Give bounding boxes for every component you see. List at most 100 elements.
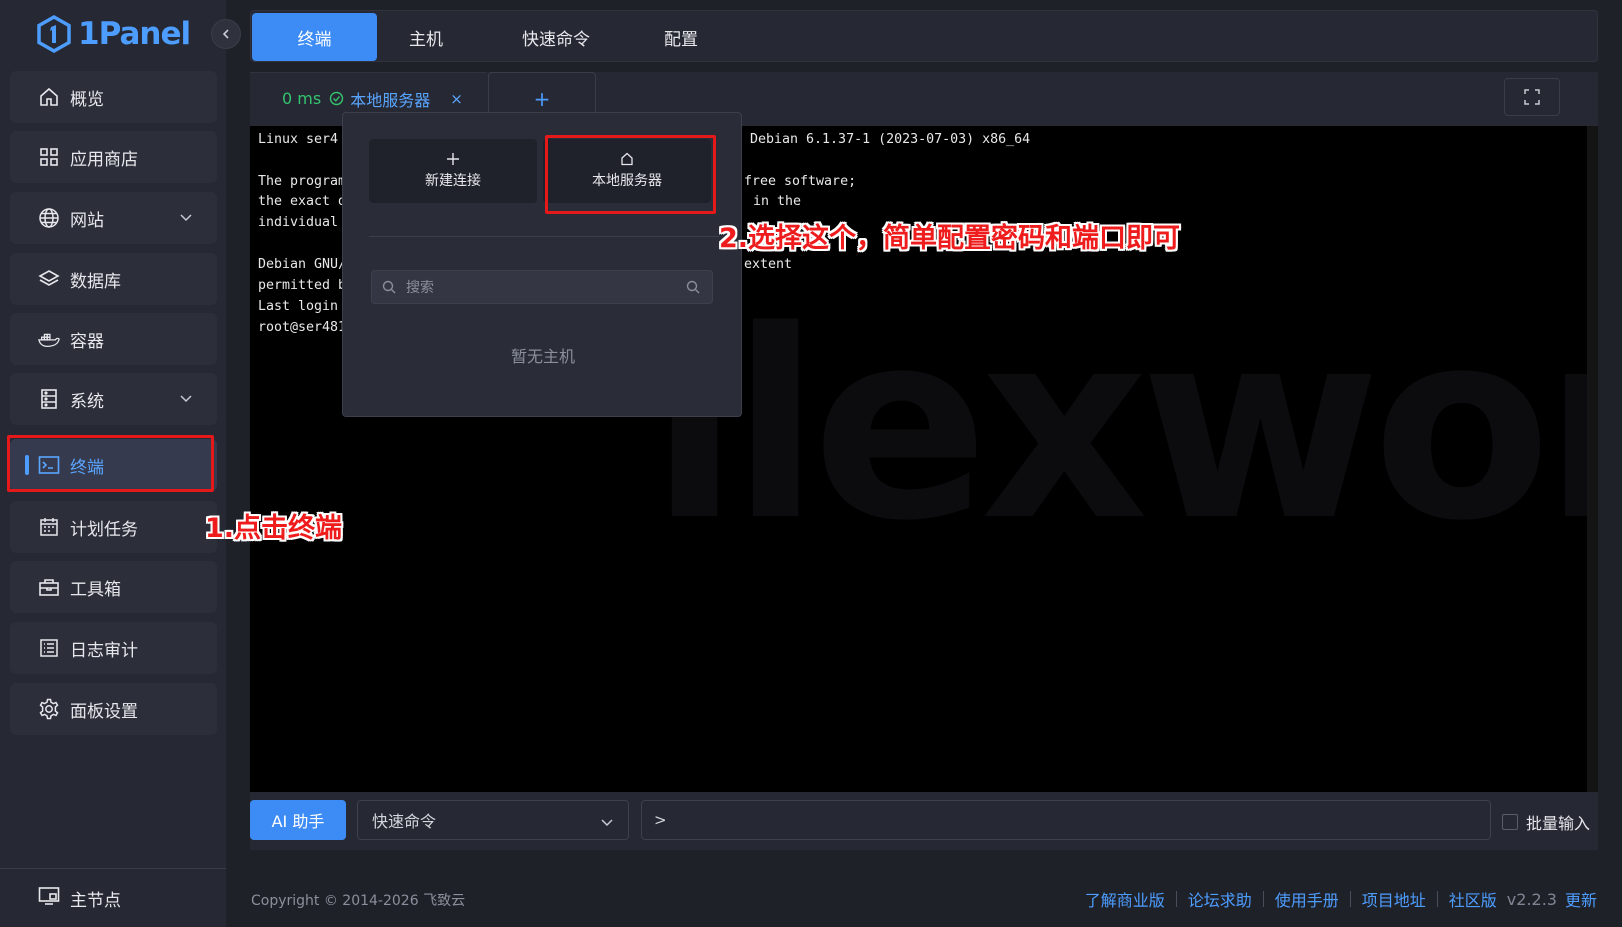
- calendar-icon: [38, 516, 60, 538]
- sidebar-item-label: 工具箱: [70, 579, 121, 600]
- close-tab-icon[interactable]: ×: [450, 90, 463, 108]
- tab-terminal[interactable]: 终端: [252, 13, 377, 61]
- update-link[interactable]: 更新: [1565, 887, 1597, 911]
- docker-icon: [38, 328, 60, 350]
- fullscreen-icon: [1524, 89, 1540, 105]
- terminal-line-fragment: Debian 6.1.37-1 (2023-07-03) x86_64: [750, 132, 1031, 147]
- version-text: v2.2.3: [1506, 889, 1557, 909]
- footer-link-project[interactable]: 项目地址: [1362, 887, 1426, 911]
- sidebar-item-label: 面板设置: [70, 701, 138, 722]
- apps-grid-icon: [38, 146, 60, 168]
- logo[interactable]: 1Panel: [36, 12, 191, 56]
- fullscreen-button[interactable]: [1504, 78, 1560, 116]
- node-label: 主节点: [70, 890, 121, 911]
- batch-input-toggle[interactable]: 批量输入: [1502, 810, 1590, 834]
- chevron-left-icon: [222, 29, 229, 39]
- sidebar-item-label: 应用商店: [70, 149, 138, 170]
- watermark: ilexwork: [650, 276, 1587, 578]
- sidebar-item-database[interactable]: 数据库: [10, 253, 217, 305]
- terminal-line: individual: [258, 215, 339, 230]
- latency-text: 0 ms: [282, 89, 322, 108]
- terminal-line-fragment: extent: [744, 257, 793, 272]
- home-icon: [38, 86, 60, 108]
- new-connection-button[interactable]: 新建连接: [369, 139, 537, 203]
- annotation-box-terminal: [7, 435, 214, 492]
- sidebar-item-app-store[interactable]: 应用商店: [10, 131, 217, 183]
- monitor-icon: [38, 886, 60, 911]
- connected-check-icon: [329, 91, 344, 106]
- terminal-line: Debian GNU/: [258, 257, 347, 272]
- terminal-line: permitted b: [258, 278, 347, 293]
- sidebar-item-label: 系统: [70, 391, 104, 412]
- footer-separator: [1349, 891, 1351, 907]
- chevron-down-icon: [601, 819, 613, 827]
- command-input[interactable]: >: [641, 800, 1491, 840]
- layers-icon: [38, 268, 60, 290]
- footer-separator: [1262, 891, 1264, 907]
- search-icon[interactable]: [686, 280, 700, 294]
- copyright-text: Copyright © 2014-2026 飞致云: [251, 893, 466, 909]
- terminal-line: Linux ser4: [258, 132, 339, 147]
- tab-hosts[interactable]: 主机: [386, 13, 466, 61]
- sidebar-item-label: 网站: [70, 210, 104, 231]
- sidebar-item-overview[interactable]: 概览: [10, 71, 217, 123]
- popover-divider: [369, 236, 719, 237]
- annotation-box-local-server: [545, 135, 716, 214]
- terminal-line: Last login: [258, 299, 339, 314]
- terminal-line: The program: [258, 174, 347, 189]
- terminal-line: root@ser481: [258, 320, 347, 335]
- sidebar-item-cron[interactable]: 计划任务: [10, 501, 217, 553]
- sidebar-item-label: 计划任务: [70, 519, 138, 540]
- tab-config[interactable]: 配置: [641, 13, 721, 61]
- sidebar-item-label: 日志审计: [70, 640, 138, 661]
- logo-hexagon-icon: [37, 15, 71, 53]
- terminal-line-fragment: free software;: [744, 174, 857, 189]
- plus-icon: [447, 153, 459, 165]
- tab-quick-commands[interactable]: 快速命令: [501, 13, 611, 61]
- gear-icon: [38, 698, 60, 720]
- chevron-down-icon: [180, 214, 192, 222]
- sidebar-item-website[interactable]: 网站: [10, 192, 217, 244]
- quick-command-placeholder: 快速命令: [372, 812, 437, 831]
- sidebar-item-container[interactable]: 容器: [10, 313, 217, 365]
- sidebar-item-toolbox[interactable]: 工具箱: [10, 561, 217, 613]
- chevron-down-icon: [180, 395, 192, 403]
- sidebar-node-switch[interactable]: 主节点: [0, 868, 226, 927]
- search-placeholder: 搜索: [406, 280, 434, 296]
- sidebar-item-settings[interactable]: 面板设置: [10, 683, 217, 735]
- footer-link-manual[interactable]: 使用手册: [1275, 887, 1339, 911]
- quick-command-select[interactable]: 快速命令: [357, 800, 629, 840]
- top-tab-bar: 终端 主机 快速命令 配置: [250, 10, 1598, 62]
- search-icon: [382, 280, 396, 294]
- sidebar-item-label: 概览: [70, 89, 104, 110]
- collapse-sidebar-button[interactable]: [211, 19, 241, 49]
- terminal-line: the exact d: [258, 194, 347, 209]
- batch-input-checkbox[interactable]: [1502, 814, 1518, 830]
- globe-icon: [38, 207, 60, 229]
- new-connection-label: 新建连接: [425, 173, 481, 189]
- sidebar-item-system[interactable]: 系统: [10, 373, 217, 425]
- sidebar-item-label: 容器: [70, 331, 104, 352]
- footer-separator: [1175, 891, 1177, 907]
- terminal-line-fragment: in the: [753, 194, 802, 209]
- terminal-tab-label: 本地服务器: [350, 90, 431, 110]
- server-icon: [38, 388, 60, 410]
- host-search-input[interactable]: 搜索: [371, 270, 713, 304]
- footer-link-community[interactable]: 社区版: [1449, 887, 1497, 911]
- terminal-scrollbar[interactable]: [1587, 126, 1598, 792]
- annotation-step2: 2.选择这个，简单配置密码和端口即可: [719, 223, 1181, 254]
- toolbox-icon: [38, 576, 60, 598]
- footer-link-commercial[interactable]: 了解商业版: [1085, 887, 1165, 911]
- log-icon: [38, 637, 60, 659]
- annotation-step1: 1.点击终端: [205, 513, 343, 544]
- footer-separator: [1436, 891, 1438, 907]
- sidebar-item-log-audit[interactable]: 日志审计: [10, 622, 217, 674]
- sidebar-item-label: 数据库: [70, 271, 121, 292]
- empty-hosts-text: 暂无主机: [510, 347, 575, 366]
- batch-input-label: 批量输入: [1526, 814, 1591, 833]
- command-prompt: >: [654, 811, 667, 829]
- footer-link-forum[interactable]: 论坛求助: [1188, 887, 1252, 911]
- logo-text: 1Panel: [78, 16, 191, 52]
- footer-links: 了解商业版 论坛求助 使用手册 项目地址 社区版 v2.2.3 更新: [1085, 887, 1597, 911]
- ai-assistant-button[interactable]: AI 助手: [250, 800, 346, 840]
